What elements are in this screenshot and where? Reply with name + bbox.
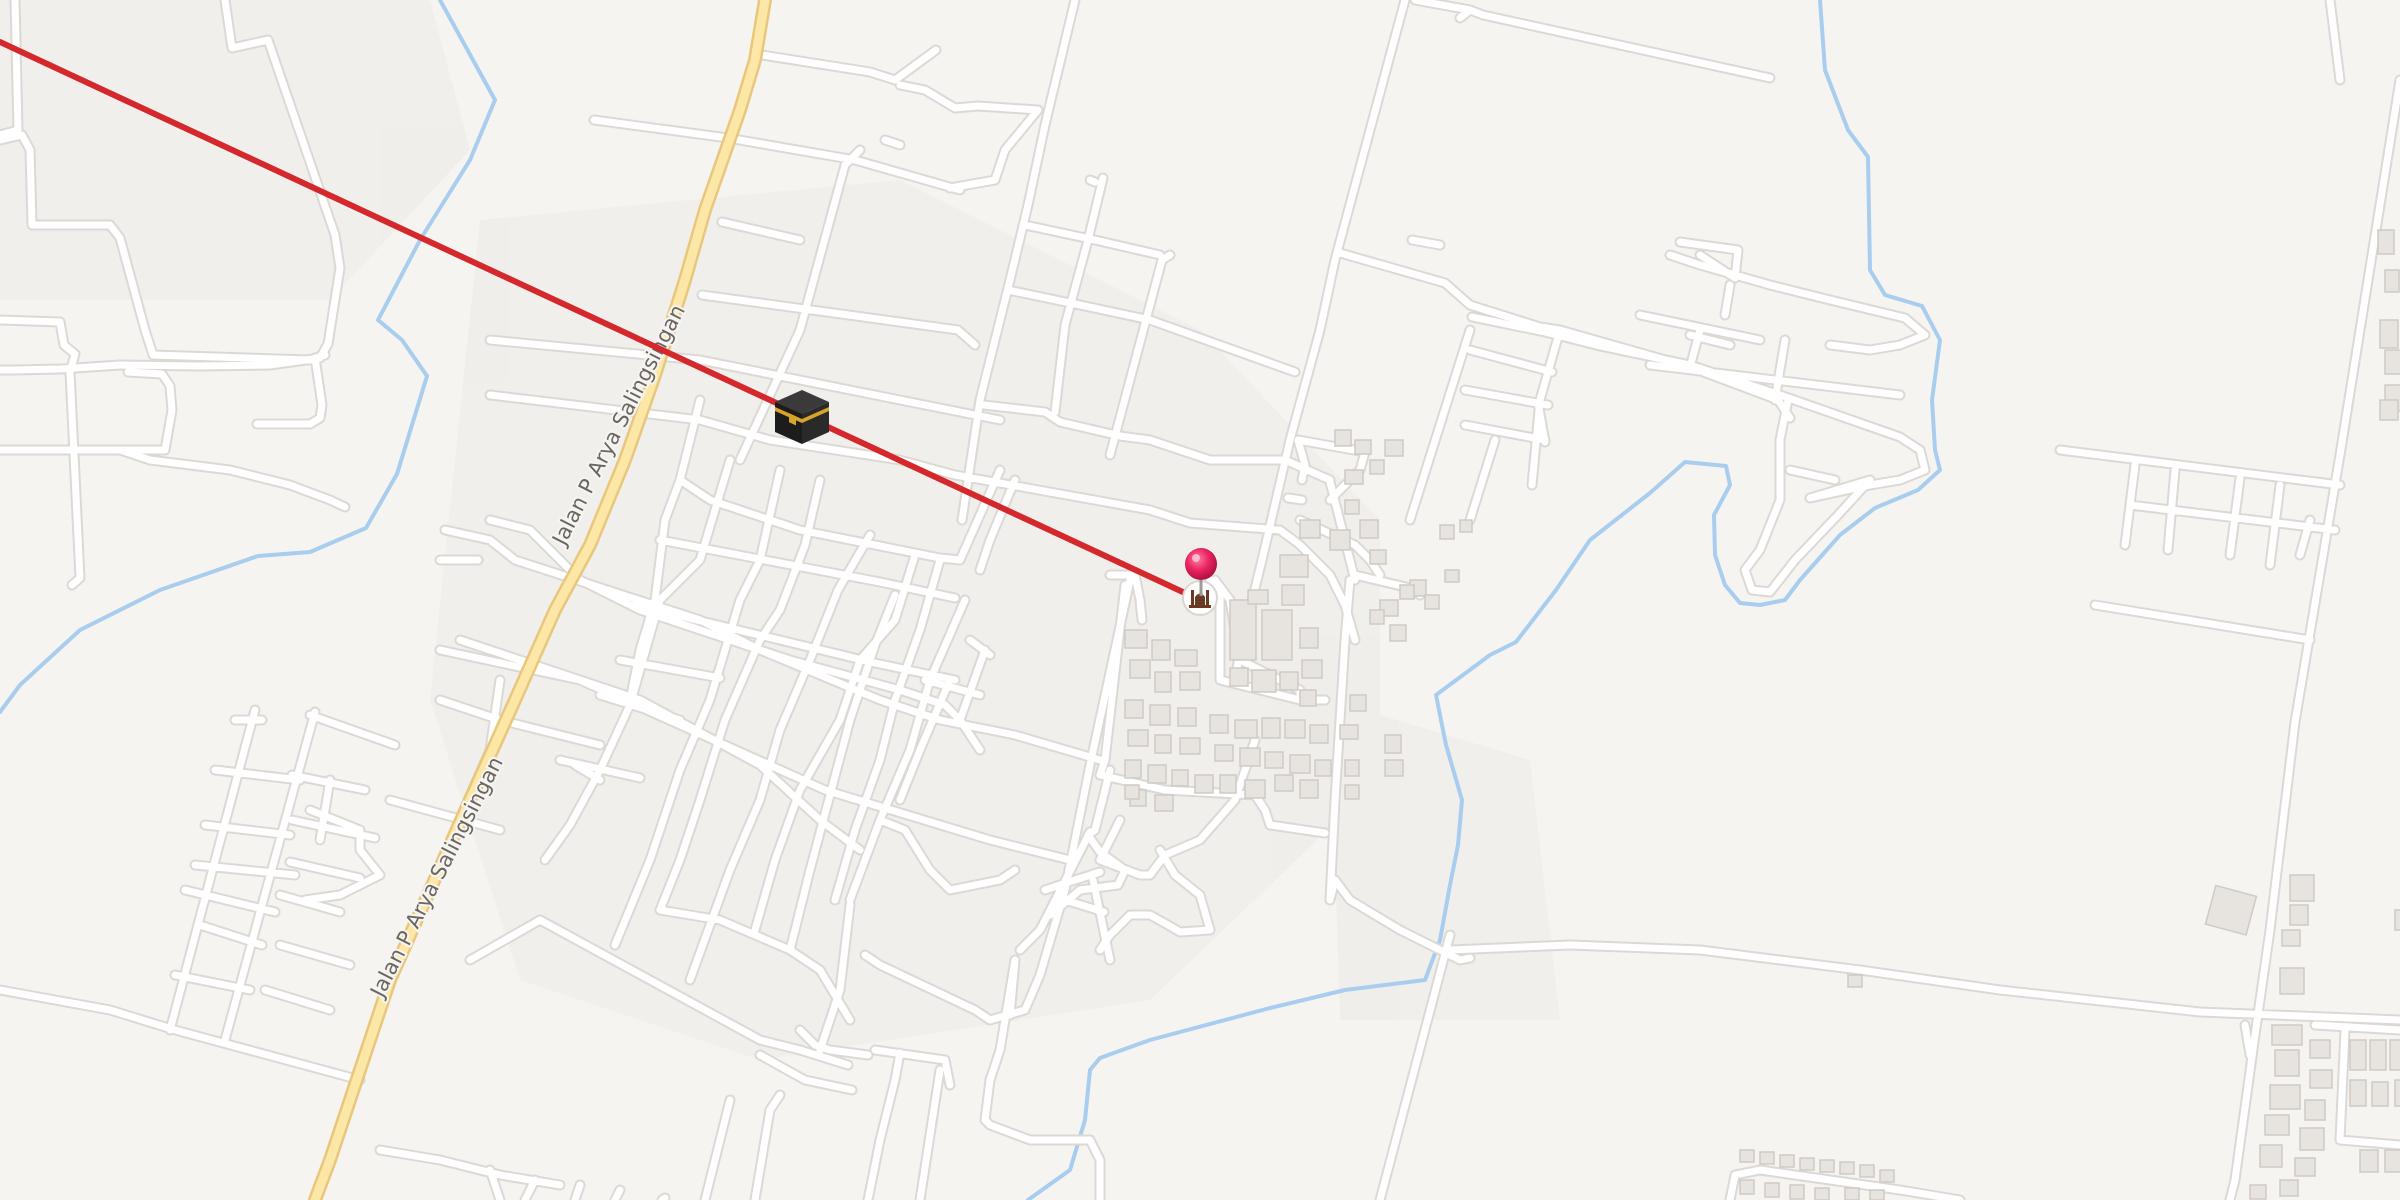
map-canvas[interactable]: Jalan P Arya Salingsingan Jalan P Arya S… [0,0,2400,1200]
map-view[interactable]: Jalan P Arya Salingsingan Jalan P Arya S… [0,0,2400,1200]
